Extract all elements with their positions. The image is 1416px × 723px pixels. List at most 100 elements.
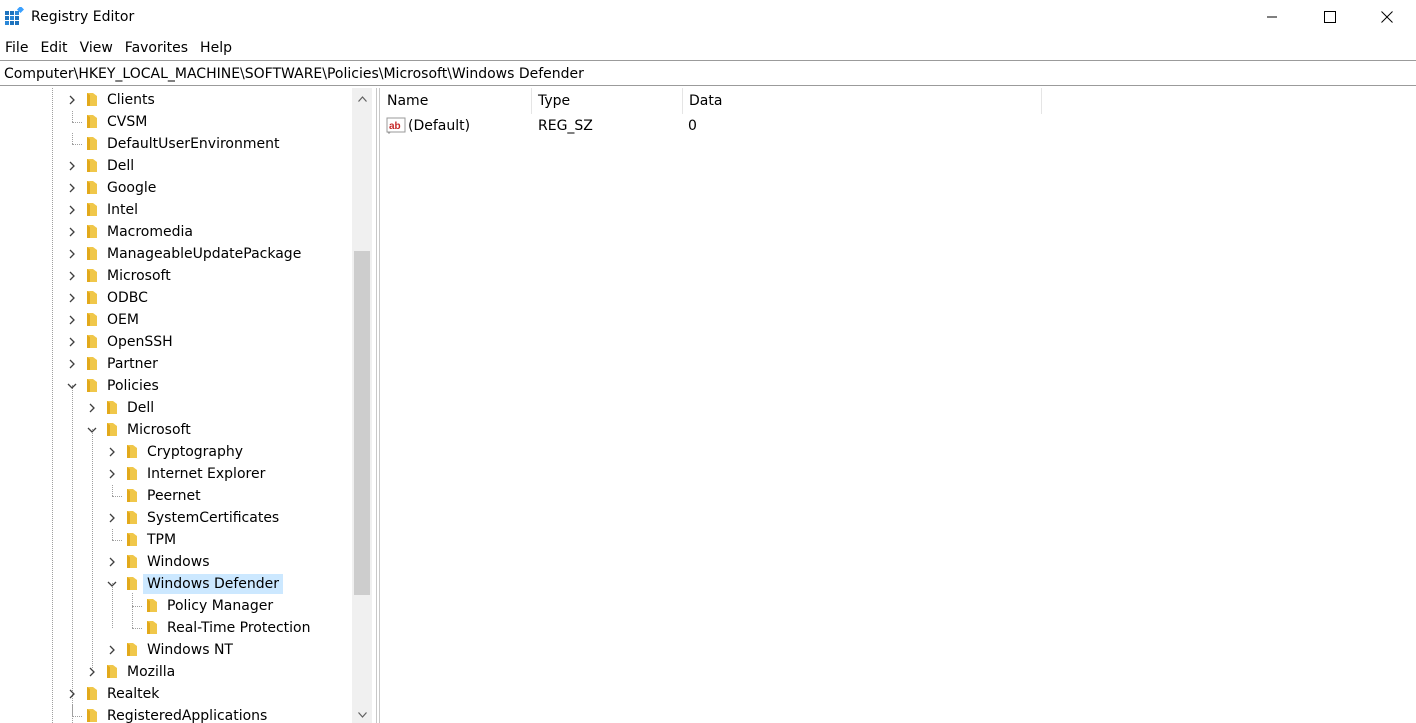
scroll-down-arrow[interactable] xyxy=(352,706,372,723)
tree-item[interactable]: Microsoft xyxy=(0,419,352,441)
tree-item[interactable]: Cryptography xyxy=(0,441,352,463)
chevron-down-icon xyxy=(357,711,367,718)
registry-editor-app-icon xyxy=(5,7,24,25)
tree-item[interactable]: ODBC xyxy=(0,287,352,309)
folder-icon xyxy=(107,401,117,414)
menu-view[interactable]: View xyxy=(75,36,120,60)
tree-item[interactable]: Policy Manager xyxy=(0,595,352,617)
tree-item[interactable]: DefaultUserEnvironment xyxy=(0,133,352,155)
tree-item-label: OpenSSH xyxy=(107,334,173,350)
tree-item[interactable]: Partner xyxy=(0,353,352,375)
tree-item[interactable]: SystemCertificates xyxy=(0,507,352,529)
folder-icon xyxy=(87,225,97,238)
tree-item[interactable]: Realtek xyxy=(0,683,352,705)
tree-item-label: DefaultUserEnvironment xyxy=(107,136,280,152)
column-header-type[interactable]: Type xyxy=(532,88,683,114)
tree-item[interactable]: Real-Time Protection xyxy=(0,617,352,639)
tree-branch-line xyxy=(112,540,122,541)
chevron-right-icon[interactable] xyxy=(65,335,79,349)
chevron-right-icon[interactable] xyxy=(65,203,79,217)
close-icon xyxy=(1381,11,1393,23)
chevron-right-icon[interactable] xyxy=(65,687,79,701)
tree-item[interactable]: OpenSSH xyxy=(0,331,352,353)
value-type: REG_SZ xyxy=(538,118,593,134)
tree-item-label: OEM xyxy=(107,312,139,328)
chevron-right-icon[interactable] xyxy=(85,665,99,679)
chevron-right-icon[interactable] xyxy=(65,291,79,305)
menu-file[interactable]: File xyxy=(0,36,35,60)
folder-icon xyxy=(127,489,137,502)
tree-item[interactable]: Mozilla xyxy=(0,661,352,683)
tree-item[interactable]: ManageableUpdatePackage xyxy=(0,243,352,265)
tree-branch-line xyxy=(72,705,73,716)
folder-icon xyxy=(87,291,97,304)
folder-icon xyxy=(127,555,137,568)
menu-favorites[interactable]: Favorites xyxy=(120,36,195,60)
chevron-right-icon[interactable] xyxy=(85,401,99,415)
chevron-down-icon[interactable] xyxy=(105,577,119,591)
tree-item-label: CVSM xyxy=(107,114,148,130)
tree-item[interactable]: OEM xyxy=(0,309,352,331)
chevron-right-icon[interactable] xyxy=(65,247,79,261)
tree-item[interactable]: Intel xyxy=(0,199,352,221)
chevron-right-icon[interactable] xyxy=(65,269,79,283)
address-bar[interactable]: Computer\HKEY_LOCAL_MACHINE\SOFTWARE\Pol… xyxy=(0,60,1416,86)
chevron-right-icon[interactable] xyxy=(65,93,79,107)
folder-icon xyxy=(147,599,157,612)
tree-item[interactable]: Windows Defender xyxy=(0,573,352,595)
chevron-right-icon[interactable] xyxy=(65,357,79,371)
tree-item[interactable]: Peernet xyxy=(0,485,352,507)
tree-item[interactable]: Dell xyxy=(0,155,352,177)
folder-icon xyxy=(87,137,97,150)
chevron-right-icon[interactable] xyxy=(105,643,119,657)
address-path[interactable]: Computer\HKEY_LOCAL_MACHINE\SOFTWARE\Pol… xyxy=(4,64,584,84)
chevron-right-icon[interactable] xyxy=(105,511,119,525)
tree-item[interactable]: Microsoft xyxy=(0,265,352,287)
tree-scrollbar[interactable] xyxy=(352,88,372,723)
minimize-button[interactable] xyxy=(1243,0,1301,34)
column-header-data[interactable]: Data xyxy=(683,88,1042,114)
tree-item[interactable]: Policies xyxy=(0,375,352,397)
tree-item-label: Windows xyxy=(147,554,210,570)
close-button[interactable] xyxy=(1358,0,1416,34)
scroll-thumb[interactable] xyxy=(354,251,370,595)
menu-edit[interactable]: Edit xyxy=(35,36,74,60)
chevron-right-icon[interactable] xyxy=(65,313,79,327)
tree-item[interactable]: CVSM xyxy=(0,111,352,133)
tree-item-label: RegisteredApplications xyxy=(107,708,268,723)
chevron-right-icon[interactable] xyxy=(65,181,79,195)
tree-item[interactable]: Clients xyxy=(0,89,352,111)
tree-item[interactable]: RegisteredApplications xyxy=(0,705,352,723)
value-row[interactable]: ab (Default) REG_SZ 0 xyxy=(381,115,1416,137)
tree-item[interactable]: Windows xyxy=(0,551,352,573)
folder-icon xyxy=(127,445,137,458)
folder-icon xyxy=(127,511,137,524)
value-name: (Default) xyxy=(408,118,471,134)
tree-item[interactable]: TPM xyxy=(0,529,352,551)
chevron-down-icon[interactable] xyxy=(85,423,99,437)
tree-item[interactable]: Windows NT xyxy=(0,639,352,661)
tree-item-label: Intel xyxy=(107,202,138,218)
tree-branch-line xyxy=(132,606,142,607)
chevron-down-icon[interactable] xyxy=(65,379,79,393)
column-header-name[interactable]: Name xyxy=(381,88,532,114)
tree-item[interactable]: Internet Explorer xyxy=(0,463,352,485)
chevron-right-icon[interactable] xyxy=(105,467,119,481)
chevron-right-icon[interactable] xyxy=(65,225,79,239)
chevron-right-icon[interactable] xyxy=(105,445,119,459)
value-data: 0 xyxy=(688,118,697,134)
menu-help[interactable]: Help xyxy=(195,36,239,60)
string-value-icon: ab xyxy=(386,117,406,134)
chevron-up-icon xyxy=(357,95,367,102)
tree-item-label: TPM xyxy=(147,532,177,548)
tree-item[interactable]: Dell xyxy=(0,397,352,419)
chevron-right-icon[interactable] xyxy=(65,159,79,173)
tree-item[interactable]: Macromedia xyxy=(0,221,352,243)
pane-splitter[interactable] xyxy=(376,88,380,723)
maximize-button[interactable] xyxy=(1301,0,1359,34)
chevron-right-icon[interactable] xyxy=(105,555,119,569)
maximize-icon xyxy=(1324,11,1336,23)
tree-item-label: Windows NT xyxy=(147,642,233,658)
scroll-up-arrow[interactable] xyxy=(352,90,372,107)
tree-item[interactable]: Google xyxy=(0,177,352,199)
